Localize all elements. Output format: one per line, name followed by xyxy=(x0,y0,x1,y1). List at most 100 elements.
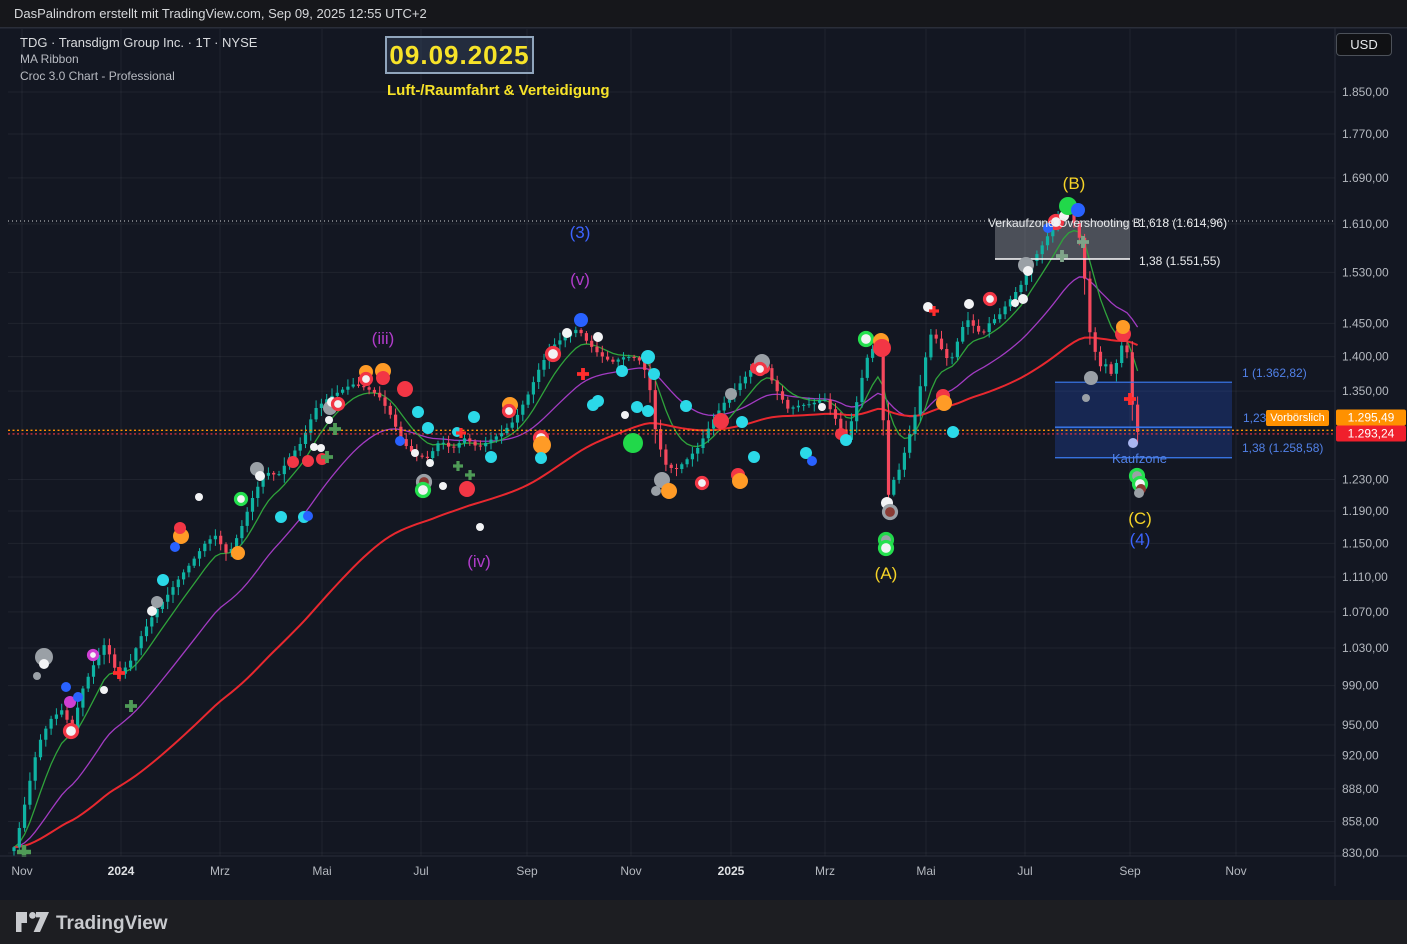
chart-canvas[interactable]: 1.850,001.770,001.690,001.610,001.530,00… xyxy=(0,0,1407,944)
buy-zone-label[interactable]: Kaufzone xyxy=(1112,451,1167,466)
wave-label-3[interactable]: (3) xyxy=(570,223,591,243)
signal-dot xyxy=(468,411,480,423)
signal-dot xyxy=(642,405,654,417)
signal-dot xyxy=(1116,320,1130,334)
logo-mark-1 xyxy=(16,912,27,932)
signal-dot xyxy=(964,299,974,309)
signal-dot xyxy=(411,449,419,457)
wave-label-A[interactable]: (A) xyxy=(875,564,898,584)
currency-label: USD xyxy=(1350,37,1377,52)
logo-mark-7 xyxy=(34,912,49,932)
signal-dot xyxy=(397,381,413,397)
chart-legend: TDG · Transdigm Group Inc. · 1T · NYSE M… xyxy=(20,34,257,85)
signal-dot xyxy=(648,368,660,380)
signal-ring xyxy=(504,406,515,417)
time-tick-label: Mrz xyxy=(210,864,230,878)
signal-dot xyxy=(947,426,959,438)
time-tick-label: Jul xyxy=(1017,864,1032,878)
signal-dot xyxy=(439,482,447,490)
price-tick-label: 1.690,00 xyxy=(1342,171,1389,185)
signal-dot xyxy=(395,436,405,446)
symbol-title[interactable]: TDG · Transdigm Group Inc. · 1T · NYSE xyxy=(20,34,257,51)
time-tick-label: Nov xyxy=(620,864,641,878)
signal-dot xyxy=(317,444,325,452)
date-annotation-box[interactable]: 09.09.2025 xyxy=(385,36,534,74)
currency-toggle-button[interactable]: USD xyxy=(1336,33,1392,56)
indicator-ma-ribbon[interactable]: MA Ribbon xyxy=(20,51,257,68)
signal-ring xyxy=(985,294,996,305)
wave-label-iv[interactable]: (iv) xyxy=(467,552,491,572)
premarket-price-flag-text: 1.295,49 xyxy=(1348,411,1395,425)
wave-label-B[interactable]: (B) xyxy=(1063,174,1086,194)
signal-dot xyxy=(476,523,484,531)
signal-ring xyxy=(89,651,98,660)
signal-dot xyxy=(623,433,643,453)
tradingview-logo[interactable]: TradingView xyxy=(14,907,234,937)
fib-123-label: 1,23 xyxy=(1243,411,1266,425)
ma-ribbon-lower-line xyxy=(14,277,1138,847)
signal-dot xyxy=(39,659,49,669)
time-tick-label: Sep xyxy=(1119,864,1141,878)
signal-dot xyxy=(818,403,826,411)
price-tick-label: 1.190,00 xyxy=(1342,504,1389,518)
last-price-flag-text: 1.293,24 xyxy=(1348,427,1395,441)
level-138-high-label: 1,38 (1.551,55) xyxy=(1139,254,1220,268)
signal-dot xyxy=(310,443,318,451)
price-tick-label: 1.450,00 xyxy=(1342,316,1389,330)
signal-dot xyxy=(33,672,41,680)
signal-dot xyxy=(1134,488,1144,498)
signal-dot xyxy=(592,395,604,407)
price-tick-label: 1.770,00 xyxy=(1342,127,1389,141)
signal-ring xyxy=(236,494,247,505)
price-tick-label: 858,00 xyxy=(1342,815,1379,829)
signal-dot xyxy=(287,456,299,468)
signal-plus xyxy=(453,461,463,471)
signal-dot xyxy=(680,400,692,412)
price-tick-label: 1.530,00 xyxy=(1342,265,1389,279)
time-tick-label: Mai xyxy=(312,864,331,878)
level-1618-label: 1,618 (1.614,96) xyxy=(1139,216,1227,230)
indicator-croc-chart[interactable]: Croc 3.0 Chart - Professional xyxy=(20,68,257,85)
wave-label-C[interactable]: (C) xyxy=(1128,509,1152,529)
price-tick-label: 1.150,00 xyxy=(1342,536,1389,550)
signal-dot xyxy=(170,542,180,552)
footer-brand-text: TradingView xyxy=(56,913,168,934)
signal-dot xyxy=(100,686,108,694)
signal-plus xyxy=(465,470,475,480)
signal-dot xyxy=(73,692,83,702)
signal-ring xyxy=(65,725,78,738)
buy-zone-box[interactable] xyxy=(1055,382,1232,458)
price-tick-label: 1.350,00 xyxy=(1342,384,1389,398)
time-tick-label: Nov xyxy=(1225,864,1246,878)
signal-dot xyxy=(255,471,265,481)
wave-label-iii[interactable]: (iii) xyxy=(372,329,395,349)
fib-138-low-label: 1,38 (1.258,58) xyxy=(1242,441,1323,455)
signal-dot xyxy=(535,452,547,464)
time-tick-label: Jul xyxy=(413,864,428,878)
signal-dot xyxy=(562,328,572,338)
signal-ring xyxy=(860,333,873,346)
signal-dot xyxy=(1084,371,1098,385)
signal-dot xyxy=(732,473,748,489)
sector-annotation[interactable]: Luft-/Raumfahrt & Verteidigung xyxy=(387,82,610,99)
signal-dot xyxy=(325,416,333,424)
price-tick-label: 1.850,00 xyxy=(1342,85,1389,99)
price-tick-label: 888,00 xyxy=(1342,782,1379,796)
signal-dot xyxy=(231,546,245,560)
price-tick-label: 1.030,00 xyxy=(1342,641,1389,655)
signal-dot xyxy=(412,406,424,418)
wave-label-v[interactable]: (v) xyxy=(570,270,590,290)
signal-ring xyxy=(880,542,893,555)
sell-zone-label[interactable]: Verkaufzone Overshooting B xyxy=(988,216,1141,230)
price-tick-label: 830,00 xyxy=(1342,846,1379,860)
signal-dot xyxy=(485,451,497,463)
candle-bodies-down xyxy=(65,208,1139,729)
signal-ring xyxy=(333,399,344,410)
wave-label-4[interactable]: (4) xyxy=(1130,530,1151,550)
signal-dot xyxy=(807,456,817,466)
signal-dot xyxy=(1071,203,1085,217)
signal-dot xyxy=(736,416,748,428)
signal-plus xyxy=(329,423,341,435)
price-tick-label: 1.070,00 xyxy=(1342,605,1389,619)
signal-dot xyxy=(621,411,629,419)
